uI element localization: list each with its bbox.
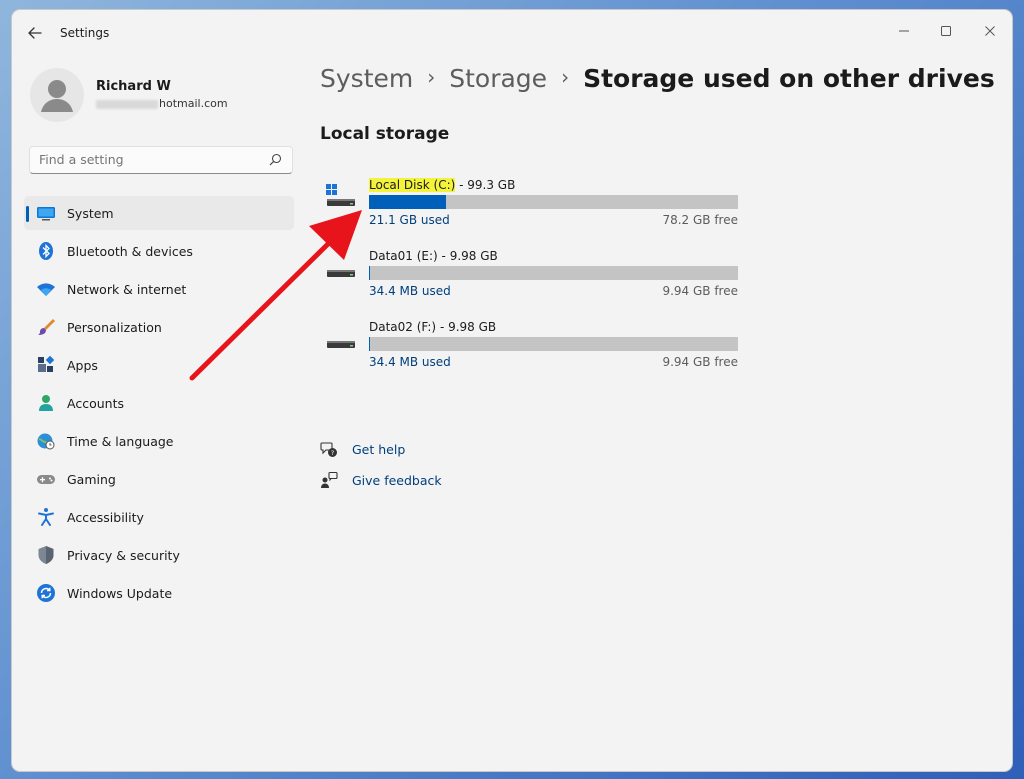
drive-label: Data02 (F:)	[369, 320, 437, 334]
drive-name: Data02 (F:) - 9.98 GB	[369, 320, 496, 334]
sidebar-item-gaming[interactable]: Gaming	[24, 462, 294, 496]
storage-usage-bar	[369, 266, 738, 280]
gamepad-icon	[36, 469, 56, 489]
windows-drive-icon	[326, 184, 355, 206]
search-icon[interactable]	[269, 153, 282, 166]
system-monitor-icon	[36, 203, 56, 223]
storage-usage-bar	[369, 337, 738, 351]
sidebar-item-label: System	[67, 205, 114, 221]
drive-used: 21.1 GB used	[369, 213, 450, 227]
drive-name: Data01 (E:) - 9.98 GB	[369, 249, 498, 263]
section-title: Local storage	[320, 124, 450, 144]
close-icon	[985, 26, 995, 36]
shield-icon	[36, 545, 56, 565]
sidebar-item-accounts[interactable]: Accounts	[24, 386, 294, 420]
breadcrumb: System › Storage › Storage used on other dri…	[320, 64, 995, 93]
storage-usage-fill	[369, 337, 371, 351]
accounts-icon	[36, 393, 56, 413]
give-feedback-label: Give feedback	[352, 472, 442, 488]
bluetooth-icon	[36, 241, 56, 261]
svg-text:?: ?	[331, 449, 334, 457]
sidebar-item-label: Apps	[67, 357, 98, 373]
user-name: Richard W	[96, 79, 171, 94]
sidebar-item-privacy-security[interactable]: Privacy & security	[24, 538, 294, 572]
user-email: hotmail.com	[96, 97, 228, 110]
breadcrumb-separator: ›	[427, 65, 436, 89]
feedback-icon	[320, 471, 338, 489]
storage-usage-bar	[369, 195, 738, 209]
page-title: Storage used on other drives	[583, 64, 995, 93]
sidebar-item-label: Accessibility	[67, 509, 144, 525]
give-feedback-link[interactable]: Give feedback	[320, 469, 442, 491]
sidebar-item-accessibility[interactable]: Accessibility	[24, 500, 294, 534]
app-title: Settings	[60, 26, 110, 40]
drive-label: Data01 (E:)	[369, 249, 438, 263]
drive-label: Local Disk (C:)	[369, 178, 456, 192]
drive-e[interactable]: Data01 (E:) - 9.98 GB 34.4 MB used 9.94 …	[320, 249, 750, 309]
sidebar-item-label: Time & language	[67, 433, 174, 449]
sidebar-item-label: Bluetooth & devices	[67, 243, 193, 259]
sidebar-item-bluetooth[interactable]: Bluetooth & devices	[24, 234, 294, 268]
storage-usage-fill	[369, 195, 447, 209]
minimize-icon	[899, 30, 909, 32]
help-chat-icon: ?	[320, 440, 338, 458]
drive-size: - 99.3 GB	[455, 178, 516, 192]
drive-free: 9.94 GB free	[662, 355, 738, 369]
drive-icon	[327, 341, 355, 348]
windows-update-icon	[36, 583, 56, 603]
sidebar-item-label: Accounts	[67, 395, 124, 411]
sidebar-item-system[interactable]: System	[24, 196, 294, 230]
wifi-icon	[36, 279, 56, 299]
sidebar-item-apps[interactable]: Apps	[24, 348, 294, 382]
drive-used: 34.4 MB used	[369, 284, 451, 298]
user-avatar-icon	[41, 80, 73, 112]
settings-window: Settings Richard W hotmail.com Find a se…	[12, 10, 1012, 771]
maximize-button[interactable]	[926, 16, 966, 46]
drive-used: 34.4 MB used	[369, 355, 451, 369]
drive-c[interactable]: Local Disk (C:) - 99.3 GB 21.1 GB used 7…	[320, 178, 750, 238]
sidebar-item-windows-update[interactable]: Windows Update	[24, 576, 294, 610]
back-arrow-icon	[28, 27, 42, 39]
sidebar-nav: System Bluetooth & devices Network & int…	[24, 196, 294, 614]
drive-size: - 9.98 GB	[436, 320, 497, 334]
drive-free: 9.94 GB free	[662, 284, 738, 298]
minimize-button[interactable]	[884, 16, 924, 46]
search-input[interactable]	[39, 152, 259, 167]
close-button[interactable]	[970, 16, 1010, 46]
accessibility-icon	[36, 507, 56, 527]
drive-size: - 9.98 GB	[437, 249, 498, 263]
drive-icon	[327, 270, 355, 277]
drive-free: 78.2 GB free	[662, 213, 738, 227]
drive-name: Local Disk (C:) - 99.3 GB	[369, 178, 515, 192]
breadcrumb-system[interactable]: System	[320, 64, 413, 93]
maximize-icon	[941, 26, 951, 36]
user-email-domain: hotmail.com	[159, 97, 228, 110]
paintbrush-icon	[36, 317, 56, 337]
title-bar: Settings	[12, 10, 1012, 56]
search-box[interactable]	[29, 146, 293, 174]
sidebar-item-personalization[interactable]: Personalization	[24, 310, 294, 344]
sidebar-item-label: Gaming	[67, 471, 116, 487]
avatar[interactable]	[30, 68, 84, 122]
sidebar-item-label: Windows Update	[67, 585, 173, 601]
globe-clock-icon	[36, 431, 56, 451]
get-help-link[interactable]: ? Get help	[320, 438, 405, 460]
storage-usage-fill	[369, 266, 371, 280]
sidebar-item-time-language[interactable]: Time & language	[24, 424, 294, 458]
back-button[interactable]	[26, 24, 44, 42]
email-redaction	[96, 99, 158, 109]
get-help-label: Get help	[352, 441, 406, 457]
drive-f[interactable]: Data02 (F:) - 9.98 GB 34.4 MB used 9.94 …	[320, 320, 750, 380]
breadcrumb-storage[interactable]: Storage	[449, 64, 547, 93]
apps-icon	[36, 355, 56, 375]
sidebar-item-label: Privacy & security	[67, 547, 180, 563]
sidebar-item-label: Personalization	[67, 319, 162, 335]
breadcrumb-separator: ›	[561, 65, 570, 89]
sidebar-item-network[interactable]: Network & internet	[24, 272, 294, 306]
sidebar-item-label: Network & internet	[67, 281, 187, 297]
